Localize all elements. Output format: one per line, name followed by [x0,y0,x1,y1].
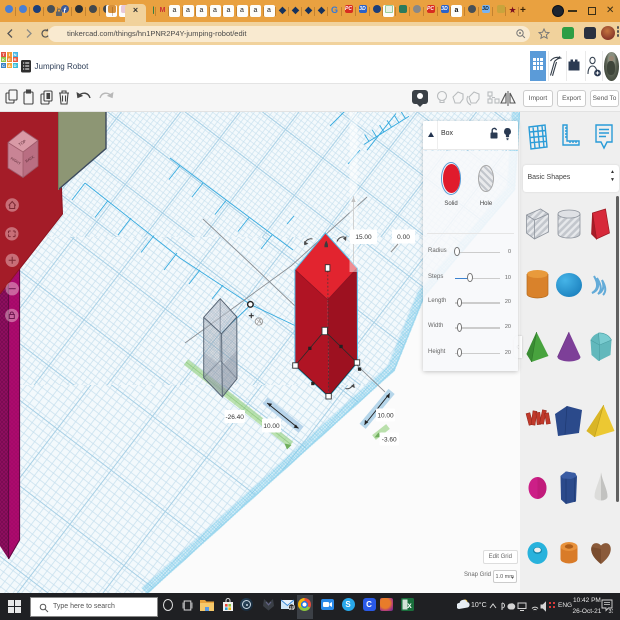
svg-text:10.00: 10.00 [377,412,394,419]
svg-text:0.00: 0.00 [397,234,410,241]
svg-text:-26.40: -26.40 [225,414,244,421]
svg-text:-3.60: -3.60 [382,436,397,443]
svg-text:31: 31 [609,609,614,614]
svg-text:15.00: 15.00 [355,234,372,241]
svg-text:x: x [407,601,412,610]
svg-text:10.00: 10.00 [263,423,280,430]
svg-text:18: 18 [289,605,295,610]
